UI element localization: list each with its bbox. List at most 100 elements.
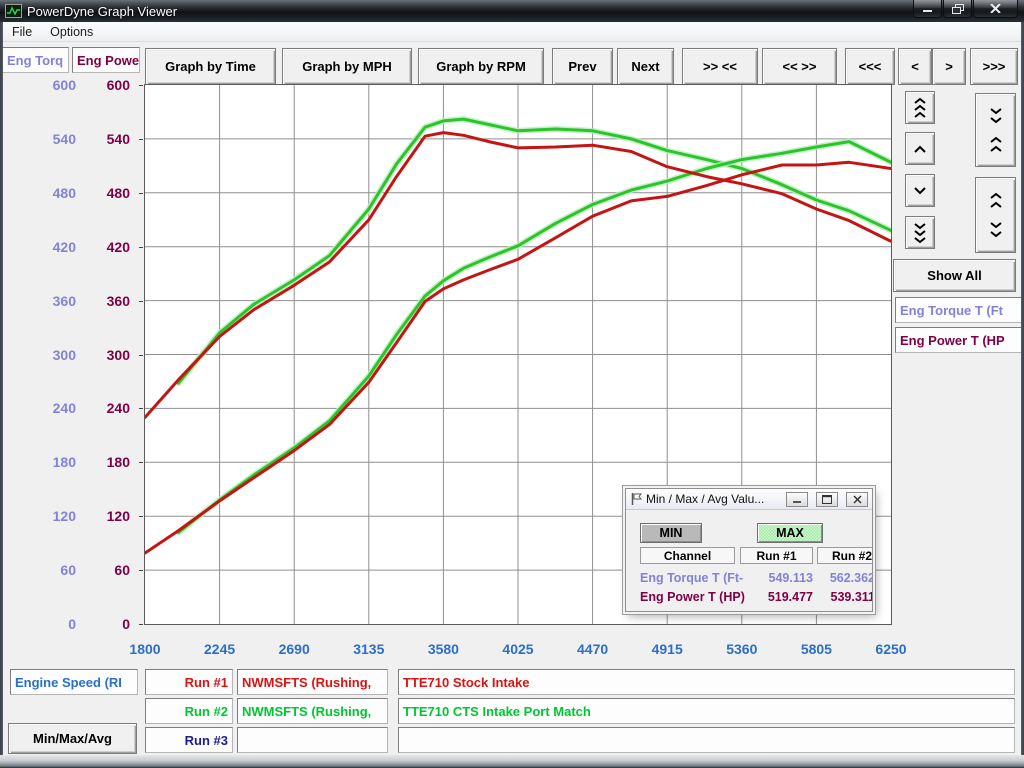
axis-button-power[interactable]: Eng Powe (72, 47, 140, 73)
dialog-power-run2-value: 539.311 (817, 590, 873, 604)
run1-label-box[interactable]: Run #1 (145, 669, 233, 695)
dialog-header-run2[interactable]: Run #2 (817, 547, 873, 564)
y-range-expand-button[interactable] (975, 177, 1016, 253)
y-scale-down-fast-button[interactable] (905, 216, 935, 249)
y-tick-label-power: 120 (84, 507, 130, 525)
title-bar[interactable]: PowerDyne Graph Viewer (0, 0, 1024, 22)
y-tick-label-torque: 600 (30, 76, 76, 94)
y-tick-label-power: 240 (84, 399, 130, 417)
chevron-triple-down-icon (913, 222, 927, 244)
run2-desc-field[interactable]: TTE710 CTS Intake Port Match (398, 698, 1015, 724)
run3-name-field[interactable] (237, 727, 388, 753)
run1-name-field[interactable]: NWMSFTS (Rushing, (237, 669, 388, 695)
dialog-torque-run1-value: 549.113 (740, 571, 813, 585)
dialog-row-torque-label: Eng Torque T (Ft- (640, 571, 743, 585)
x-tick-label: 2245 (188, 640, 252, 658)
menu-bar: File Options (3, 22, 1021, 42)
x-tick-label: 6250 (859, 640, 923, 658)
y-tick-label-torque: 240 (30, 399, 76, 417)
y-scale-up-button[interactable] (905, 132, 935, 165)
y-tick-label-torque: 360 (30, 292, 76, 310)
y-tick-label-power: 540 (84, 130, 130, 148)
min-max-avg-button[interactable]: Min/Max/Avg (8, 723, 137, 754)
run3-desc-field[interactable] (398, 727, 1015, 753)
window-title: PowerDyne Graph Viewer (27, 4, 177, 19)
y-tick-label-torque: 480 (30, 184, 76, 202)
x-tick-label: 4470 (561, 640, 625, 658)
min-button[interactable]: MIN (640, 523, 702, 543)
scroll-right-button[interactable]: > (932, 48, 966, 85)
dialog-power-run1-value: 519.477 (740, 590, 813, 604)
dialog-row-power-label: Eng Power T (HP) (640, 590, 745, 604)
y-scale-down-button[interactable] (905, 174, 935, 207)
y-axis-tick-mark (139, 247, 143, 248)
y-axis-tick-mark (139, 139, 143, 140)
x-axis-channel-box[interactable]: Engine Speed (RI (10, 669, 138, 695)
min-max-avg-dialog: Min / Max / Avg Valu... MIN MAX Channel … (625, 488, 873, 612)
max-button[interactable]: MAX (757, 523, 823, 543)
chevrons-converge-icon (989, 107, 1003, 153)
minimize-icon[interactable] (913, 0, 942, 18)
window-border-bottom[interactable] (0, 755, 1024, 768)
y-tick-label-power: 600 (84, 76, 130, 94)
menu-file[interactable]: File (3, 23, 41, 41)
dialog-header-channel[interactable]: Channel (640, 547, 735, 564)
x-tick-label: 1800 (113, 640, 177, 658)
show-all-button[interactable]: Show All (893, 259, 1016, 292)
powerdyne-window: PowerDyne Graph Viewer File Options Eng … (0, 0, 1024, 768)
y-tick-label-power: 0 (84, 615, 130, 633)
y-axis-tick-mark (139, 570, 143, 571)
run1-desc-field[interactable]: TTE710 Stock Intake (398, 669, 1015, 695)
y-tick-label-power: 180 (84, 453, 130, 471)
scroll-far-right-button[interactable]: >>> (970, 48, 1018, 85)
run2-label-box[interactable]: Run #2 (145, 698, 233, 724)
graph-by-rpm-button[interactable]: Graph by RPM (418, 48, 544, 85)
channel-button-torque[interactable]: Eng Torque T (Ft (895, 297, 1024, 323)
y-tick-label-torque: 0 (30, 615, 76, 633)
dialog-close-icon[interactable] (846, 492, 868, 507)
dialog-header-run1[interactable]: Run #1 (740, 547, 813, 564)
flag-icon (631, 493, 642, 505)
y-range-compress-button[interactable] (975, 93, 1016, 167)
y-axis-tick-mark (139, 301, 143, 302)
x-tick-label: 2690 (262, 640, 326, 658)
y-tick-label-power: 60 (84, 561, 130, 579)
maximize-icon[interactable] (943, 0, 972, 18)
chevron-up-icon (913, 145, 927, 153)
y-tick-label-torque: 420 (30, 238, 76, 256)
zoom-out-x-button[interactable]: << >> (762, 48, 837, 85)
dialog-title-bar[interactable]: Min / Max / Avg Valu... (626, 489, 872, 510)
next-button[interactable]: Next (617, 48, 674, 85)
x-tick-label: 5805 (784, 640, 848, 658)
dialog-maximize-icon[interactable] (816, 492, 838, 507)
y-axis-tick-mark (139, 85, 143, 86)
prev-button[interactable]: Prev (552, 48, 613, 85)
scroll-left-button[interactable]: < (898, 48, 932, 85)
y-tick-label-power: 300 (84, 346, 130, 364)
y-tick-label-power: 420 (84, 238, 130, 256)
run3-label-box[interactable]: Run #3 (145, 727, 233, 753)
chevron-triple-up-icon (913, 97, 927, 119)
x-tick-label: 3580 (411, 640, 475, 658)
graph-by-mph-button[interactable]: Graph by MPH (282, 48, 412, 85)
y-axis-tick-mark (139, 462, 143, 463)
y-axis-tick-mark (139, 624, 143, 625)
y-scale-up-fast-button[interactable] (905, 91, 935, 124)
dialog-torque-run2-value: 562.362 (817, 571, 873, 585)
run2-name-field[interactable]: NWMSFTS (Rushing, (237, 698, 388, 724)
y-axis-tick-mark (139, 193, 143, 194)
graph-by-time-button[interactable]: Graph by Time (145, 48, 276, 85)
y-axis-tick-mark (139, 516, 143, 517)
menu-options[interactable]: Options (41, 23, 102, 41)
chevron-down-icon (913, 187, 927, 195)
dialog-minimize-icon[interactable] (786, 492, 808, 507)
app-icon (5, 4, 22, 18)
x-tick-label: 4025 (486, 640, 550, 658)
scroll-far-left-button[interactable]: <<< (845, 48, 895, 85)
x-tick-label: 3135 (337, 640, 401, 658)
channel-button-power[interactable]: Eng Power T (HP (895, 327, 1024, 353)
axis-button-torque[interactable]: Eng Torq (2, 47, 69, 73)
close-icon[interactable] (973, 0, 1018, 18)
y-axis-tick-mark (139, 408, 143, 409)
zoom-in-x-button[interactable]: >> << (682, 48, 758, 85)
